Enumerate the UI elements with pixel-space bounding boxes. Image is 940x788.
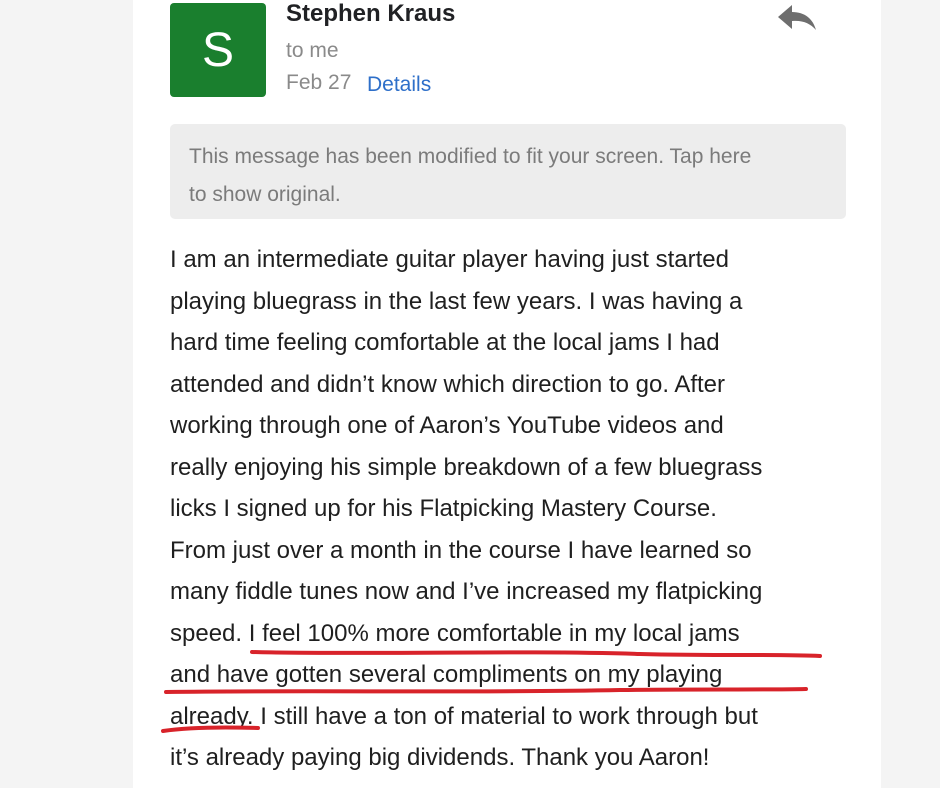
recipient-label: to me [286,39,339,62]
details-link[interactable]: Details [367,73,431,97]
reply-button[interactable] [770,0,822,36]
body-line: From just over a month in the course I h… [170,536,752,564]
body-line: licks I signed up for his Flatpicking Ma… [170,495,717,522]
right-gutter [881,0,940,788]
message-body: I am an intermediate guitar player havin… [170,239,840,779]
notice-line-2: to show original. [189,183,341,206]
body-line: really enjoying his simple breakdown of … [170,453,763,481]
body-line: and have gotten several compliments on m… [170,661,723,688]
reply-icon [778,5,816,30]
avatar: S [170,3,266,97]
body-line: playing bluegrass in the last few years.… [170,287,743,315]
body-line: speed. I feel 100% more comfortable in m… [170,619,740,647]
left-gutter [0,0,133,788]
modified-notice[interactable]: This message has been modified to fit yo… [170,124,846,219]
body-line: I am an intermediate guitar player havin… [170,246,729,273]
sender-name: Stephen Kraus [286,0,456,27]
avatar-letter: S [201,23,234,77]
body-line: many fiddle tunes now and I’ve increased… [170,578,763,605]
body-line: it’s already paying big dividends. Thank… [170,744,710,771]
body-line: already. I still have a ton of material … [170,702,758,730]
body-line: hard time feeling comfortable at the loc… [170,329,720,356]
message-date: Feb 27 [286,71,352,94]
body-line: attended and didn’t know which direction… [170,370,726,398]
notice-line-1: This message has been modified to fit yo… [189,145,752,168]
body-line: working through one of Aaron’s YouTube v… [170,412,724,439]
